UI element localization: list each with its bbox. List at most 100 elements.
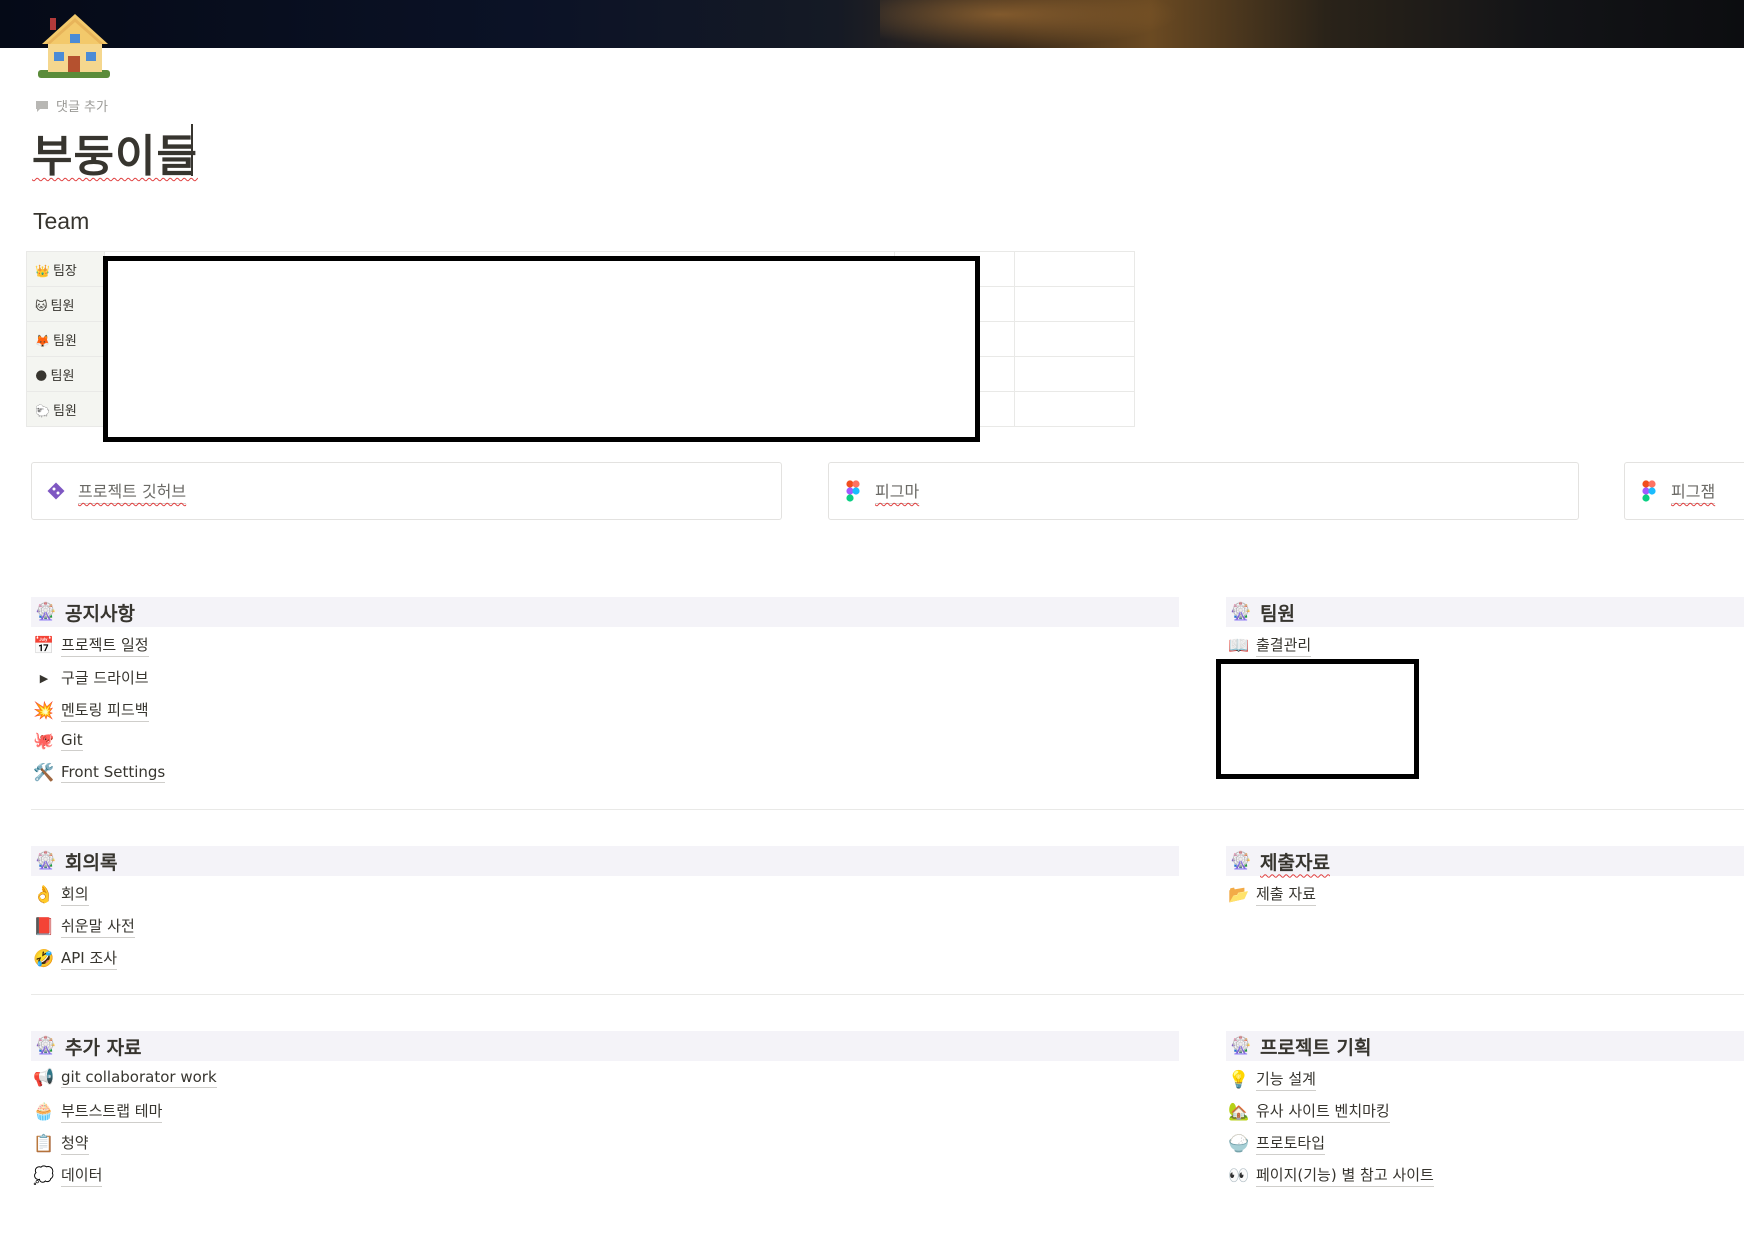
page-cover[interactable] — [0, 0, 1744, 48]
section-title: 회의록 — [65, 851, 118, 874]
table-cell[interactable] — [1014, 321, 1135, 357]
page-link-attendance[interactable]: 📖 출결관리 — [1228, 634, 1312, 657]
page-link-label: 유사 사이트 벤치마킹 — [1256, 1100, 1390, 1123]
github-link-card[interactable]: 프로젝트 깃허브 — [31, 462, 782, 520]
section-heading-notice[interactable]: 🎡 공지사항 — [31, 597, 1179, 627]
section-title: 제출자료 — [1260, 851, 1330, 874]
toggle-google-drive[interactable]: ▶ 구글 드라이브 — [33, 667, 149, 689]
table-cell-role[interactable]: 🐑 팀원 — [26, 391, 105, 427]
page-link-prototype[interactable]: 🍚 프로토타입 — [1228, 1132, 1326, 1155]
collision-icon: 💥 — [33, 700, 55, 721]
section-heading-minutes[interactable]: 🎡 회의록 — [31, 846, 1179, 876]
page-link-submission[interactable]: 📂 제출 자료 — [1228, 883, 1316, 906]
table-cell-role[interactable]: 🐱 팀원 — [26, 286, 105, 322]
page-link-front-settings[interactable]: 🛠️ Front Settings — [33, 763, 166, 783]
table-cell-role[interactable]: 👑 팀장 — [26, 251, 105, 287]
page-link-benchmarking[interactable]: 🏡 유사 사이트 벤치마킹 — [1228, 1100, 1390, 1123]
section-heading-members[interactable]: 🎡 팀원 — [1226, 597, 1744, 627]
section-heading-extra[interactable]: 🎡 추가 자료 — [31, 1031, 1179, 1061]
page-link-label: 기능 설계 — [1256, 1068, 1316, 1091]
page-link-mentoring[interactable]: 💥 멘토링 피드백 — [33, 699, 149, 722]
dark-moon-icon: 🌑 — [35, 368, 48, 383]
page-link-label: 페이지(기능) 별 참고 사이트 — [1256, 1164, 1434, 1187]
figma-icon — [1642, 480, 1656, 502]
page-link-label: git collaborator work — [61, 1068, 217, 1088]
table-cell[interactable] — [1014, 286, 1135, 322]
section-heading-submissions[interactable]: 🎡 제출자료 — [1226, 846, 1744, 876]
add-comment-label: 댓글 추가 — [56, 100, 108, 115]
open-book-icon: 📖 — [1228, 635, 1250, 656]
add-comment-button[interactable]: 댓글 추가 — [34, 96, 108, 115]
house-garden-icon: 🏡 — [1228, 1101, 1250, 1122]
table-cell[interactable] — [1014, 356, 1135, 392]
tools-icon: 🛠️ — [33, 763, 55, 783]
lightbulb-icon: 💡 — [1228, 1069, 1250, 1090]
role-label: 팀원 — [52, 403, 77, 419]
role-label: 팀장 — [52, 263, 77, 279]
page-link-meeting[interactable]: 👌 회의 — [33, 883, 89, 906]
page-link-git[interactable]: 🐙 Git — [33, 731, 83, 751]
page-link-label: 제출 자료 — [1256, 883, 1316, 906]
cupcake-icon: 🧁 — [33, 1101, 55, 1122]
role-label: 팀원 — [52, 333, 77, 349]
ferris-wheel-icon: 🎡 — [35, 1036, 57, 1056]
fox-icon: 🦊 — [35, 333, 50, 348]
crown-icon: 👑 — [35, 263, 50, 278]
table-cell-role[interactable]: 🌑 팀원 — [26, 356, 105, 392]
page-link-label: Git — [61, 731, 83, 751]
page-link-label: Front Settings — [61, 763, 166, 783]
link-label: 프로젝트 깃허브 — [78, 478, 187, 504]
ferris-wheel-icon: 🎡 — [35, 602, 57, 622]
section-heading-planning[interactable]: 🎡 프로젝트 기획 — [1226, 1031, 1744, 1061]
cat-icon: 🐱 — [35, 298, 48, 313]
section-title: 프로젝트 기획 — [1260, 1036, 1372, 1059]
role-label: 팀원 — [50, 298, 75, 314]
github-icon: 🐙 — [33, 731, 55, 751]
ferris-wheel-icon: 🎡 — [1230, 1036, 1252, 1056]
role-label: 팀원 — [50, 368, 75, 384]
page-link-api-research[interactable]: 🤣 API 조사 — [33, 947, 118, 970]
page-link-label: 데이터 — [61, 1164, 103, 1187]
figjam-link-card[interactable]: 피그잼 — [1624, 462, 1744, 520]
page-link-label: 쉬운말 사전 — [61, 915, 135, 938]
page-link-reference-sites[interactable]: 👀 페이지(기능) 별 참고 사이트 — [1228, 1164, 1434, 1187]
link-label: 피그마 — [875, 478, 920, 504]
rice-icon: 🍚 — [1228, 1133, 1250, 1154]
red-book-icon: 📕 — [33, 916, 55, 937]
ferris-wheel-icon: 🎡 — [35, 851, 57, 871]
table-cell[interactable] — [1014, 391, 1135, 427]
git-icon — [47, 482, 65, 500]
toggle-label: 구글 드라이브 — [61, 669, 149, 687]
sheep-icon: 🐑 — [35, 403, 50, 418]
page-title[interactable]: 부둥이들 — [32, 120, 198, 184]
toggle-triangle-icon[interactable]: ▶ — [33, 672, 55, 685]
thought-bubble-icon: 💭 — [33, 1165, 55, 1186]
page-link-label: 프로젝트 일정 — [61, 634, 149, 657]
ferris-wheel-icon: 🎡 — [1230, 851, 1252, 871]
house-icon[interactable] — [36, 8, 114, 86]
page-link-git-collab[interactable]: 📢 git collaborator work — [33, 1068, 217, 1088]
figma-link-card[interactable]: 피그마 — [828, 462, 1579, 520]
clipboard-icon: 📋 — [33, 1133, 55, 1154]
page-link-schedule[interactable]: 📅 프로젝트 일정 — [33, 634, 149, 657]
table-cell-role[interactable]: 🦊 팀원 — [26, 321, 105, 357]
page-link-subscription[interactable]: 📋 청약 — [33, 1132, 89, 1155]
page-link-bootstrap[interactable]: 🧁 부트스트랩 테마 — [33, 1100, 163, 1123]
page-link-label: 프로토타입 — [1256, 1132, 1326, 1155]
page-link-data[interactable]: 💭 데이터 — [33, 1164, 103, 1187]
eyes-icon: 👀 — [1228, 1165, 1250, 1186]
page-link-feature-design[interactable]: 💡 기능 설계 — [1228, 1068, 1316, 1091]
calendar-icon: 📅 — [33, 635, 55, 656]
comment-icon — [36, 100, 48, 112]
table-cell[interactable] — [1014, 251, 1135, 287]
team-heading: Team — [33, 208, 90, 234]
laughing-icon: 🤣 — [33, 948, 55, 969]
megaphone-icon: 📢 — [33, 1068, 55, 1088]
figma-icon — [846, 480, 860, 502]
divider — [31, 994, 1744, 995]
redaction-box — [103, 256, 980, 442]
text-cursor — [191, 124, 193, 176]
page-link-dictionary[interactable]: 📕 쉬운말 사전 — [33, 915, 135, 938]
page-link-label: 출결관리 — [1256, 634, 1312, 657]
section-title: 추가 자료 — [65, 1036, 142, 1059]
